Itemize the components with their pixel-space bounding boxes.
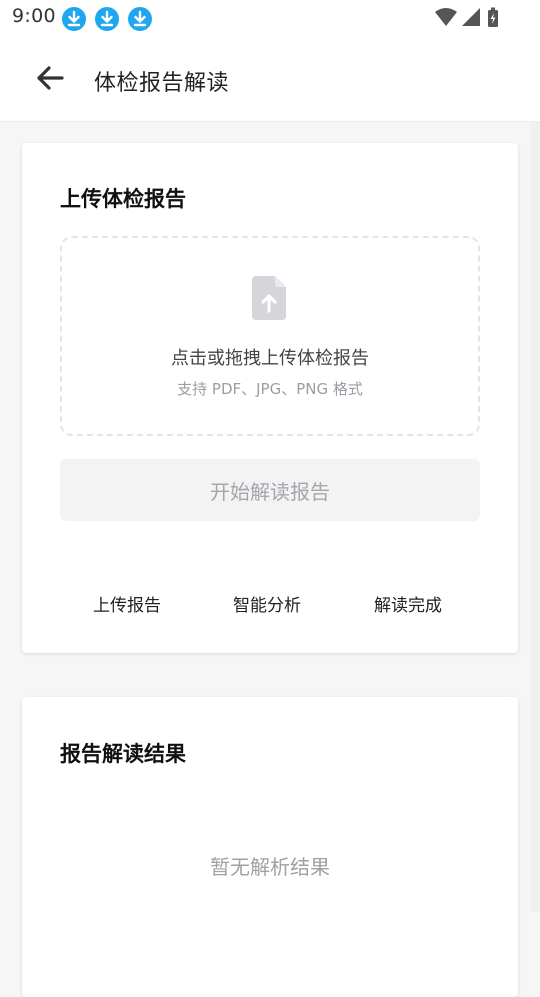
- system-status-icons: [435, 7, 498, 27]
- page-title: 体检报告解读: [94, 71, 230, 96]
- download-icon: [128, 7, 152, 31]
- download-icon: [95, 7, 119, 31]
- step-complete: 解读完成: [374, 596, 442, 616]
- start-reading-button[interactable]: 开始解读报告: [60, 459, 480, 521]
- result-card-title: 报告解读结果: [60, 742, 186, 766]
- back-button[interactable]: [24, 58, 76, 98]
- scroll-track: [530, 122, 540, 912]
- progress-steps: 上传报告 智能分析 解读完成: [22, 591, 518, 621]
- download-icon: [62, 7, 86, 31]
- wifi-icon: [435, 8, 457, 26]
- upload-card-title: 上传体检报告: [60, 187, 186, 211]
- empty-result-text: 暂无解析结果: [210, 855, 330, 879]
- dropzone-main-text: 点击或拖拽上传体检报告: [171, 348, 369, 369]
- step-upload: 上传报告: [93, 596, 161, 616]
- battery-icon: [488, 7, 498, 27]
- status-time: 9:00: [12, 5, 56, 27]
- status-bar: 9:00: [0, 0, 540, 36]
- arrow-left-icon: [37, 66, 64, 90]
- step-analysis: 智能分析: [233, 596, 301, 616]
- upload-dropzone[interactable]: 点击或拖拽上传体检报告 支持 PDF、JPG、PNG 格式: [60, 236, 480, 436]
- dropzone-format-hint: 支持 PDF、JPG、PNG 格式: [177, 380, 363, 398]
- upload-card: 上传体检报告 点击或拖拽上传体检报告 支持 PDF、JPG、PNG 格式 开始解…: [22, 143, 518, 653]
- signal-icon: [462, 8, 480, 26]
- result-card: 报告解读结果 暂无解析结果: [22, 697, 518, 997]
- app-bar: 体检报告解读: [0, 36, 540, 122]
- file-upload-icon: [252, 276, 286, 320]
